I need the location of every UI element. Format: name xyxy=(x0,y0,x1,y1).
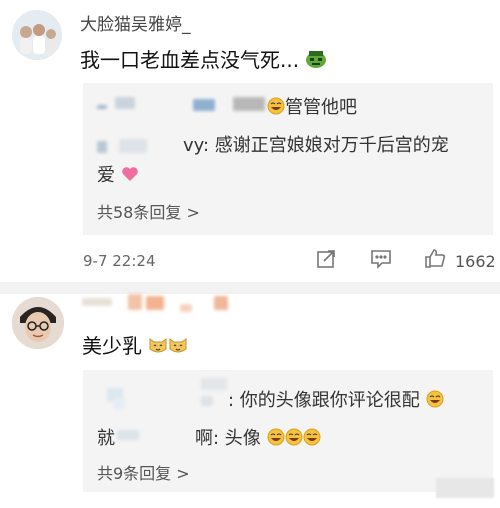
reply-line: : 你的头像跟你评论很配 xyxy=(228,386,444,413)
cat-face-emoji-icon xyxy=(168,335,188,360)
reply-line: 爱 xyxy=(97,161,139,187)
like-icon[interactable] xyxy=(424,247,446,273)
heart-emoji-icon xyxy=(121,166,139,187)
green-face-emoji-icon xyxy=(305,49,327,74)
watermark xyxy=(436,478,494,498)
reply-preview-box[interactable]: 管管他吧 vy: 感谢正宫娘娘对万千后宫的宠 爱 共58条回复 > xyxy=(83,83,493,235)
laughing-emoji-icon xyxy=(285,428,303,451)
username[interactable]: 大脸猫吴雅婷_ xyxy=(80,10,191,35)
cat-face-emoji-icon xyxy=(148,335,168,360)
like-count: 1662 xyxy=(455,252,496,271)
laughing-emoji-icon xyxy=(303,428,321,451)
more-replies-link[interactable]: 共58条回复 > xyxy=(97,199,200,223)
user-avatar[interactable] xyxy=(12,297,64,349)
reply-line: vy: 感谢正宫娘娘对万千后宫的宠 xyxy=(183,135,449,156)
comment-icon[interactable] xyxy=(370,249,392,273)
comment-text: 美少乳 xyxy=(82,330,188,360)
more-replies-link[interactable]: 共9条回复 > xyxy=(97,460,190,484)
reply-line: 啊: 头像 xyxy=(195,424,321,451)
share-icon[interactable] xyxy=(316,249,336,273)
comment-text: 我一口老血差点没气死... xyxy=(80,44,327,74)
reply-preview-box[interactable]: : 你的头像跟你评论很配 就 啊: 头像 共9条回复 > xyxy=(83,370,493,492)
laughing-emoji-icon xyxy=(267,97,285,120)
reply-line: 管管他吧 xyxy=(267,93,357,120)
laughing-emoji-icon xyxy=(426,390,444,413)
comment-divider xyxy=(0,282,500,294)
timestamp: 9-7 22:24 xyxy=(83,252,156,270)
user-avatar[interactable] xyxy=(12,10,62,60)
laughing-emoji-icon xyxy=(267,428,285,451)
reply-line: 就 xyxy=(97,428,115,449)
